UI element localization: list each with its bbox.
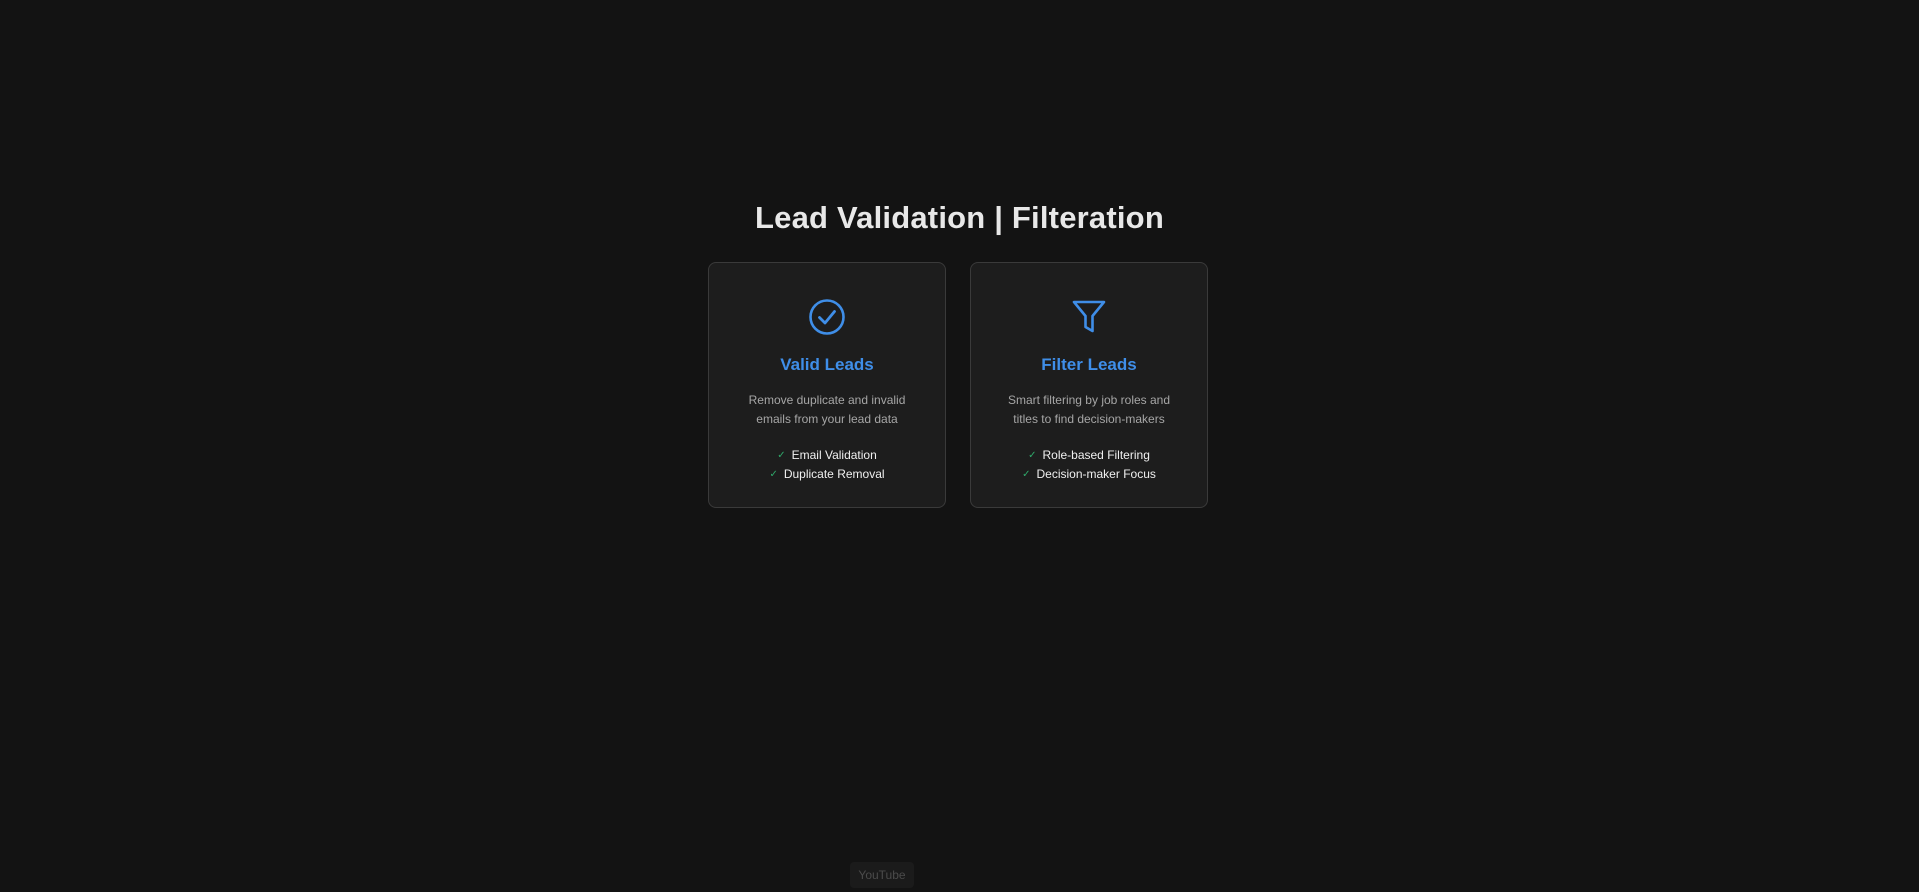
- feature-item: ✓ Duplicate Removal: [769, 465, 884, 484]
- feature-item: ✓ Email Validation: [777, 446, 877, 465]
- card-description: Remove duplicate and invalid emails from…: [748, 393, 906, 426]
- option-cards: Valid Leads Remove duplicate and invalid…: [708, 262, 1208, 508]
- feature-item: ✓ Decision-maker Focus: [1022, 465, 1156, 484]
- check-circle-icon: [807, 297, 847, 337]
- feature-list: ✓ Role-based Filtering ✓ Decision-maker …: [1022, 446, 1156, 484]
- feature-label: Duplicate Removal: [783, 467, 885, 481]
- feature-item: ✓ Role-based Filtering: [1028, 446, 1150, 465]
- feature-list: ✓ Email Validation ✓ Duplicate Removal: [769, 446, 884, 484]
- check-icon: ✓: [769, 469, 778, 480]
- check-icon: ✓: [777, 450, 786, 461]
- card-title: Filter Leads: [1041, 355, 1137, 374]
- card-title: Valid Leads: [780, 355, 874, 374]
- feature-label: Role-based Filtering: [1042, 448, 1150, 462]
- page: Lead Validation | Filteration Valid Lead…: [0, 0, 1919, 892]
- card-description: Smart filtering by job roles and titles …: [1007, 393, 1171, 426]
- page-title: Lead Validation | Filteration: [755, 200, 1164, 235]
- check-icon: ✓: [1028, 450, 1037, 461]
- filter-leads-card[interactable]: Filter Leads Smart filtering by job role…: [970, 262, 1208, 508]
- youtube-link[interactable]: YouTube: [850, 862, 914, 888]
- feature-label: Decision-maker Focus: [1036, 467, 1156, 481]
- check-icon: ✓: [1022, 469, 1031, 480]
- funnel-filter-icon: [1069, 297, 1109, 337]
- feature-label: Email Validation: [791, 448, 877, 462]
- valid-leads-card[interactable]: Valid Leads Remove duplicate and invalid…: [708, 262, 946, 508]
